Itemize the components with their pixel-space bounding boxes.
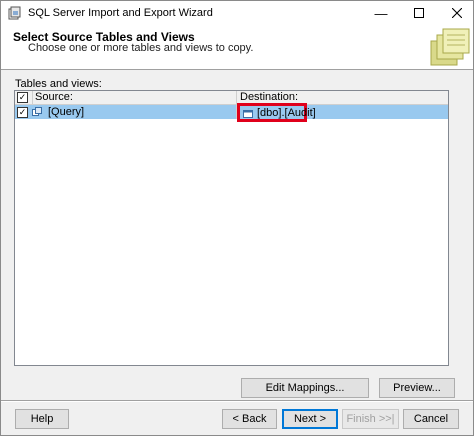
maximize-icon: [414, 8, 424, 18]
table-row[interactable]: ✓ [Query]: [15, 105, 448, 119]
title-bar: SQL Server Import and Export Wizard —: [1, 1, 473, 25]
query-icon: [32, 107, 42, 116]
help-button[interactable]: Help: [15, 409, 69, 429]
finish-button[interactable]: Finish >>|: [342, 409, 399, 429]
window-title: SQL Server Import and Export Wizard: [28, 7, 213, 19]
maximize-button[interactable]: [399, 1, 439, 25]
source-column-header[interactable]: Source:: [32, 91, 73, 104]
grid-header: ✓ Source: Destination:: [15, 91, 448, 105]
tables-label: Tables and views:: [15, 78, 102, 90]
page-subtitle: Choose one or more tables and views to c…: [28, 42, 254, 54]
footer-divider-highlight: [1, 401, 473, 402]
wizard-logo-icon: [430, 28, 470, 66]
select-all-checkbox[interactable]: ✓: [17, 92, 28, 103]
wizard-app-icon: [8, 6, 21, 20]
edit-mappings-button[interactable]: Edit Mappings...: [241, 378, 369, 398]
row-source: [Query]: [48, 106, 85, 118]
destination-highlight[interactable]: [dbo].[Audit]: [237, 103, 316, 122]
page-header: Select Source Tables and Views Choose on…: [1, 25, 473, 69]
back-button[interactable]: < Back: [222, 409, 277, 429]
close-icon: [452, 8, 462, 18]
row-checkbox[interactable]: ✓: [17, 107, 28, 118]
cancel-button[interactable]: Cancel: [403, 409, 459, 429]
row-destination: [dbo].[Audit]: [257, 107, 316, 119]
minimize-icon: —: [374, 5, 388, 21]
preview-button[interactable]: Preview...: [379, 378, 455, 398]
wizard-window: SQL Server Import and Export Wizard — Se…: [0, 0, 474, 436]
next-button[interactable]: Next >: [282, 409, 338, 429]
table-icon: [243, 110, 253, 118]
header-divider: [1, 69, 473, 70]
minimize-button[interactable]: —: [361, 1, 401, 25]
close-button[interactable]: [437, 1, 474, 25]
tables-grid[interactable]: ✓ Source: Destination: ✓ [Query] [dbo].[…: [14, 90, 449, 366]
